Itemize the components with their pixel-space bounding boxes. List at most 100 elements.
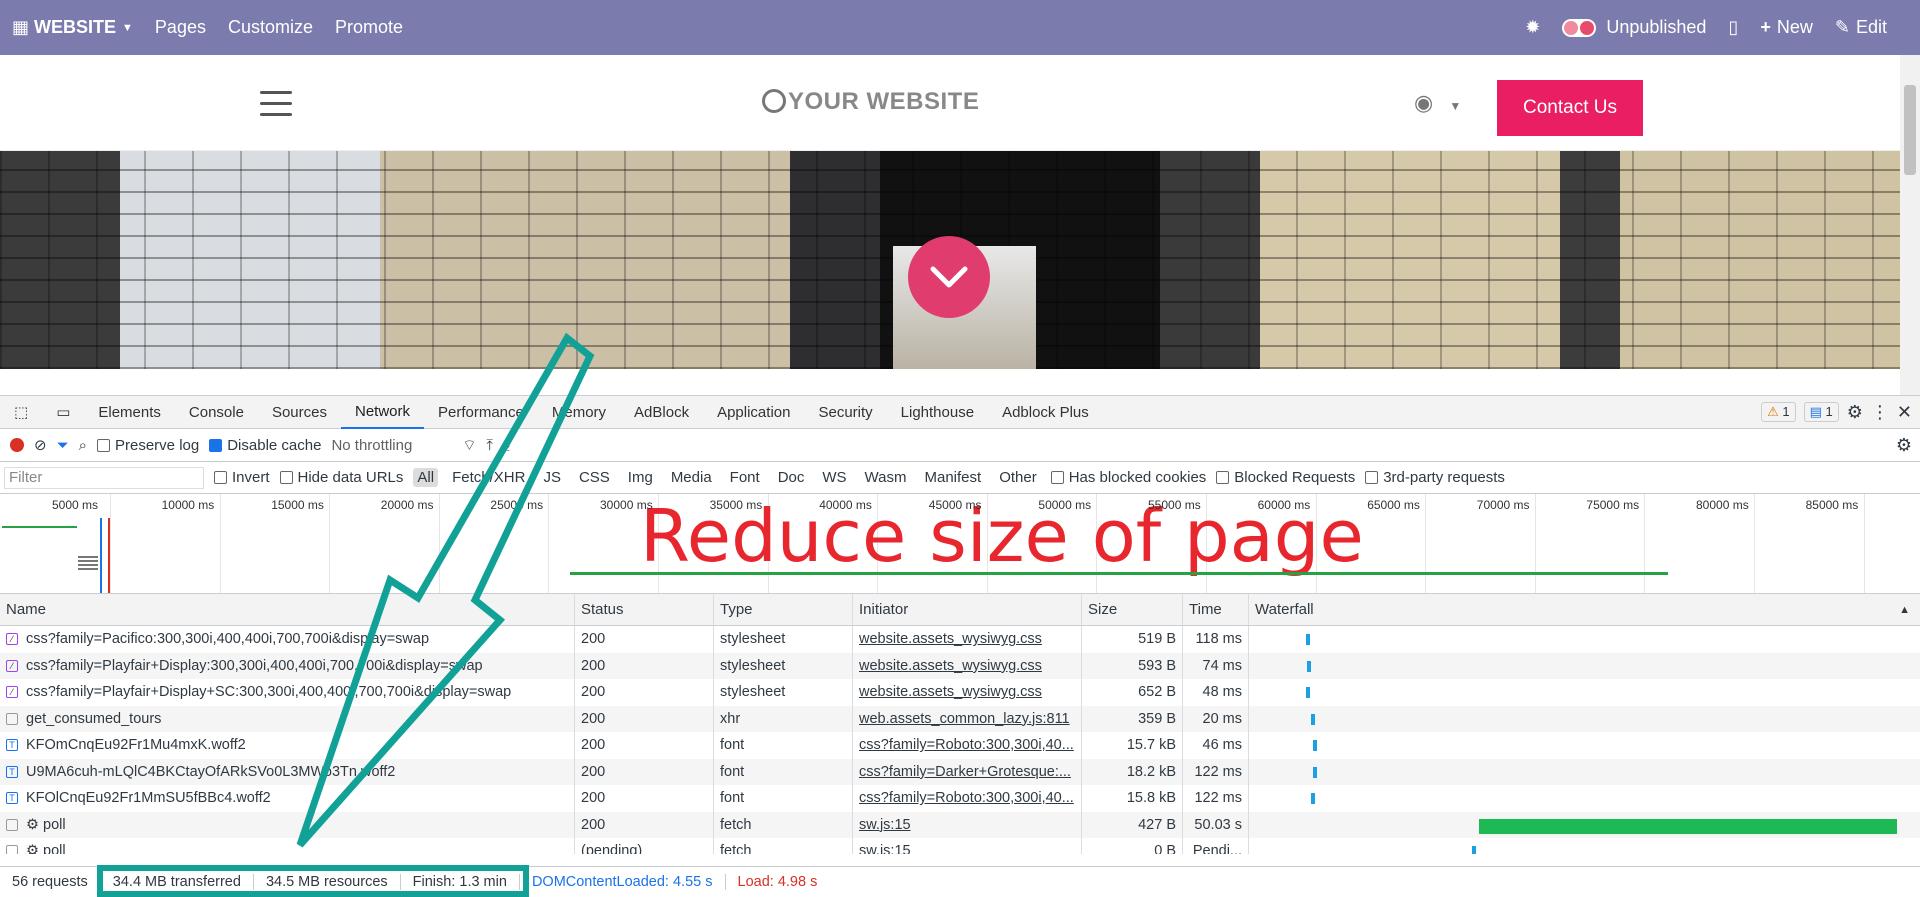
filter-type-img[interactable]: Img <box>624 468 657 487</box>
tab-console[interactable]: Console <box>175 396 258 429</box>
more-options-icon[interactable]: ⋮ <box>1871 402 1889 423</box>
filter-type-manifest[interactable]: Manifest <box>921 468 986 487</box>
filter-type-media[interactable]: Media <box>667 468 716 487</box>
table-row[interactable]: T KFOlCnqEu92Fr1MmSU5fBBc4.woff2 200 font cs… <box>0 785 1920 812</box>
initiator-link[interactable]: css?family=Darker+Grotesque:... <box>859 764 1071 780</box>
filter-type-css[interactable]: CSS <box>575 468 614 487</box>
export-har-icon[interactable]: ⤓ <box>503 437 510 454</box>
initiator-link[interactable]: website.assets_wysiwyg.css <box>859 631 1042 647</box>
initiator-link[interactable]: sw.js:15 <box>859 817 911 833</box>
col-initiator[interactable]: Initiator <box>853 594 1082 625</box>
messages-badge[interactable]: ▤ 1 <box>1803 402 1839 422</box>
debug-bug-icon[interactable]: ✹ <box>1514 0 1551 55</box>
device-toolbar-icon[interactable]: ▭ <box>42 396 84 429</box>
close-icon[interactable]: ✕ <box>1897 402 1912 423</box>
col-status[interactable]: Status <box>575 594 714 625</box>
col-waterfall[interactable]: Waterfall ▲ <box>1249 594 1920 625</box>
initiator-link[interactable]: css?family=Roboto:300,300i,40... <box>859 737 1074 753</box>
table-row[interactable]: ⚙ poll (pending) fetch sw.js:15 0 B Pendi... <box>0 838 1920 854</box>
settings-gear-icon[interactable]: ⚙ <box>1847 402 1863 423</box>
timeline-tick-label: 80000 ms <box>1696 498 1749 512</box>
disable-cache-checkbox[interactable]: Disable cache <box>209 437 321 454</box>
tab-adblock-plus[interactable]: Adblock Plus <box>988 396 1103 429</box>
third-party-checkbox[interactable]: 3rd-party requests <box>1365 469 1505 486</box>
website-menu[interactable]: ▦ WEBSITE ▼ <box>0 0 144 55</box>
mobile-preview-icon[interactable]: ▯ <box>1717 0 1749 55</box>
toggle-switch[interactable] <box>1562 18 1597 37</box>
inspect-element-icon[interactable]: ⬚ <box>0 396 42 429</box>
col-type[interactable]: Type <box>714 594 853 625</box>
blocked-cookies-checkbox[interactable]: Has blocked cookies <box>1050 469 1206 486</box>
col-time[interactable]: Time <box>1183 594 1249 625</box>
import-har-icon[interactable]: ⤒ <box>486 437 493 454</box>
table-row[interactable]: ⁄ css?family=Pacifico:300,300i,400,400i,7… <box>0 626 1920 653</box>
table-row[interactable]: ⁄ css?family=Playfair+Display:300,300i,40… <box>0 652 1920 679</box>
table-row[interactable]: get_consumed_tours 200 xhr web.assets_commo… <box>0 705 1920 732</box>
col-name[interactable]: Name <box>0 594 575 625</box>
col-size[interactable]: Size <box>1082 594 1183 625</box>
filter-type-doc[interactable]: Doc <box>774 468 809 487</box>
tab-lighthouse[interactable]: Lighthouse <box>887 396 988 429</box>
tab-performance[interactable]: Performance <box>424 396 538 429</box>
search-icon[interactable]: ⌕ <box>79 437 87 454</box>
timeline-overview[interactable]: Reduce size of page 5000 ms 10000 ms 15000… <box>0 494 1920 594</box>
clear-icon[interactable]: ⊘ <box>34 436 47 454</box>
filter-type-font[interactable]: Font <box>726 468 764 487</box>
network-settings-gear-icon[interactable]: ⚙ <box>1896 435 1912 456</box>
cell-type: font <box>714 785 853 812</box>
new-button[interactable]: + New <box>1749 0 1824 55</box>
warnings-badge[interactable]: ⚠ 1 <box>1761 402 1796 422</box>
initiator-link[interactable]: website.assets_wysiwyg.css <box>859 684 1042 700</box>
hide-data-urls-checkbox[interactable]: Hide data URLs <box>279 469 403 486</box>
site-logo[interactable]: YOUR WEBSITE <box>762 88 979 116</box>
tab-network[interactable]: Network <box>340 396 424 429</box>
filter-input[interactable]: Filter <box>4 466 204 489</box>
cell-status: 200 <box>575 732 714 759</box>
edit-button[interactable]: ✎ Edit <box>1824 0 1898 55</box>
table-row[interactable]: T U9MA6cuh-mLQlC4BKCtayOfARkSVo0L3MWo3Tn.… <box>0 758 1920 785</box>
caret-down-icon: ▼ <box>122 21 133 34</box>
filter-funnel-icon[interactable]: ⏷ <box>57 437 69 454</box>
table-row[interactable]: T KFOmCnqEu92Fr1Mu4mxK.woff2 200 font css?fa… <box>0 732 1920 759</box>
filter-type-other[interactable]: Other <box>995 468 1041 487</box>
table-row[interactable]: ⚙ poll 200 fetch sw.js:15 427 B 50.03 s <box>0 811 1920 838</box>
cell-size: 18.2 kB <box>1082 758 1183 785</box>
initiator-link[interactable]: web.assets_common_lazy.js:811 <box>859 711 1070 727</box>
throttling-select[interactable]: No throttling <box>331 437 412 454</box>
sort-ascending-icon[interactable]: ▲ <box>1899 604 1910 616</box>
tab-memory[interactable]: Memory <box>538 396 620 429</box>
preserve-log-label: Preserve log <box>115 436 200 454</box>
initiator-link[interactable]: sw.js:15 <box>859 843 911 854</box>
filter-type-js[interactable]: JS <box>539 468 565 487</box>
scroll-down-button[interactable] <box>908 236 990 318</box>
filter-type-fetch-xhr[interactable]: Fetch/XHR <box>448 468 529 487</box>
invert-checkbox[interactable]: Invert <box>214 469 270 486</box>
tab-elements[interactable]: Elements <box>84 396 175 429</box>
contact-us-button[interactable]: Contact Us <box>1497 80 1643 136</box>
blocked-requests-checkbox[interactable]: Blocked Requests <box>1216 469 1355 486</box>
menu-customize[interactable]: Customize <box>217 0 324 55</box>
user-menu[interactable]: ◉ ▼ <box>1414 90 1461 116</box>
timeline-gridline <box>1644 494 1646 593</box>
menu-customize-label: Customize <box>227 17 313 37</box>
tab-adblock[interactable]: AdBlock <box>620 396 703 429</box>
network-conditions-icon[interactable]: ⌔ <box>462 436 476 455</box>
table-row[interactable]: ⁄ css?family=Playfair+Display+SC:300,300i… <box>0 679 1920 706</box>
cell-time: 50.03 s <box>1183 811 1249 838</box>
page-scrollbar[interactable] <box>1900 55 1920 395</box>
filter-type-all[interactable]: All <box>413 468 439 487</box>
preserve-log-checkbox[interactable]: Preserve log <box>97 437 199 454</box>
tab-security[interactable]: Security <box>804 396 886 429</box>
cell-size: 427 B <box>1082 811 1183 838</box>
hamburger-menu-icon[interactable] <box>260 91 292 116</box>
tab-application[interactable]: Application <box>703 396 804 429</box>
tab-sources[interactable]: Sources <box>258 396 341 429</box>
record-icon[interactable] <box>10 438 24 452</box>
initiator-link[interactable]: css?family=Roboto:300,300i,40... <box>859 790 1074 806</box>
filter-type-wasm[interactable]: Wasm <box>861 468 911 487</box>
menu-pages[interactable]: Pages <box>144 0 217 55</box>
publish-toggle[interactable]: Unpublished <box>1551 0 1717 55</box>
filter-type-ws[interactable]: WS <box>818 468 850 487</box>
initiator-link[interactable]: website.assets_wysiwyg.css <box>859 658 1042 674</box>
menu-promote[interactable]: Promote <box>324 0 414 55</box>
